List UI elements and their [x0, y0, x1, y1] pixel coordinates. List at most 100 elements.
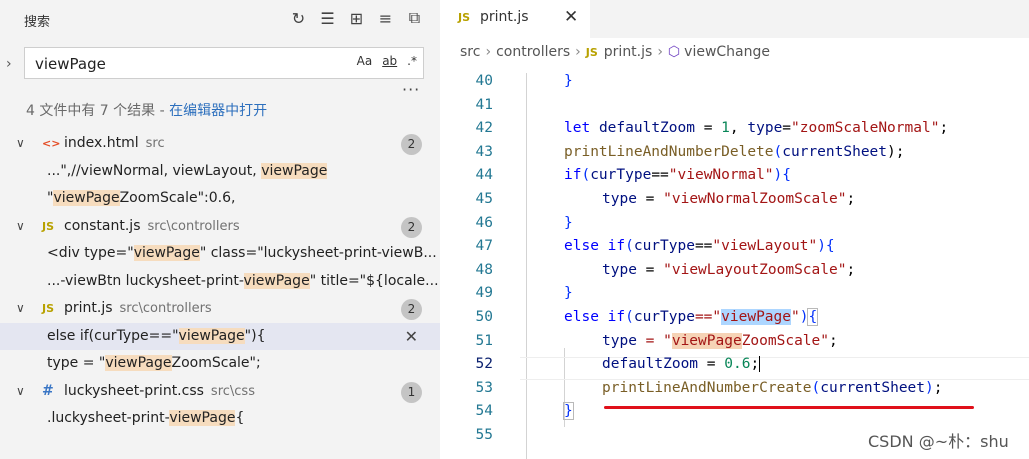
collapse-all-icon[interactable]: ≡ — [374, 6, 397, 30]
token: ){ — [817, 238, 835, 255]
sidebar-header: 搜索 ↻ ☰ ⊞ ≡ ⧉ — [0, 0, 440, 38]
indent-guide — [526, 73, 527, 459]
match-row-selected[interactable]: else if(curType=="viewPage"){✕ — [0, 322, 440, 351]
match-row[interactable]: type = "viewPageZoomScale"; — [0, 350, 440, 378]
line-number: 48 — [475, 261, 493, 278]
more-options-icon[interactable]: ··· — [402, 80, 420, 99]
text-cursor — [759, 356, 761, 373]
code-line: printLineAndNumberCreate(currentSheet); — [602, 380, 942, 396]
line-number: 54 — [475, 403, 493, 420]
breadcrumb-symbol[interactable]: viewChange — [684, 44, 770, 60]
bracket-match: { — [807, 308, 819, 326]
match-row[interactable]: "viewPageZoomScale":0.6, — [0, 185, 440, 213]
token: } — [564, 214, 573, 231]
file-name-text: luckysheet-print.css — [64, 382, 204, 399]
chevron-down-icon[interactable]: ∨ — [16, 378, 25, 406]
sidebar-actions: ↻ ☰ ⊞ ≡ ⧉ — [287, 6, 426, 30]
file-path: src — [145, 136, 165, 151]
token: = " — [636, 332, 672, 349]
line-number: 46 — [475, 214, 493, 231]
result-file-row[interactable]: ∨ <> index.html src 2 — [0, 130, 440, 158]
match-case-toggle[interactable]: Aa — [357, 54, 373, 68]
chevron-down-icon[interactable]: ∨ — [16, 295, 25, 323]
search-box[interactable]: Aa ab .* — [24, 47, 424, 79]
match-row[interactable]: ...-viewBtn luckysheet-print-viewPage" t… — [0, 268, 440, 296]
chevron-right-icon: › — [657, 44, 663, 60]
dismiss-match-icon[interactable]: ✕ — [405, 323, 418, 351]
breadcrumb-file[interactable]: print.js — [604, 44, 653, 60]
token: ) — [925, 379, 934, 396]
clear-results-icon[interactable]: ☰ — [316, 6, 339, 30]
result-file-row[interactable]: ∨ JS constant.js src\controllers 2 — [0, 213, 440, 241]
token: = — [698, 356, 725, 373]
token: type — [747, 120, 783, 137]
chevron-down-icon[interactable]: ∨ — [16, 130, 25, 158]
file-name-text: index.html — [64, 135, 139, 151]
match-prefix: ...-viewBtn luckysheet-print- — [47, 272, 244, 289]
file-name: luckysheet-print.css src\css — [64, 378, 255, 406]
breadcrumb-src[interactable]: src — [460, 44, 480, 60]
token: else if — [564, 238, 626, 255]
token: ; — [846, 261, 856, 278]
match-term: viewPage — [169, 410, 236, 426]
breadcrumb-controllers[interactable]: controllers — [496, 44, 570, 60]
file-name: print.js src\controllers — [64, 295, 212, 323]
token: } — [564, 73, 573, 89]
file-name: index.html src — [64, 130, 165, 158]
expand-all-icon[interactable]: ⧉ — [403, 6, 426, 30]
current-line-highlight — [520, 357, 1029, 380]
token: currentSheet — [820, 379, 926, 396]
file-name-text: constant.js — [64, 217, 141, 234]
tab-print-js[interactable]: JS print.js ✕ — [440, 0, 590, 38]
watermark: CSDN @~朴：shu — [868, 432, 1009, 451]
match-term: viewPage — [261, 162, 328, 179]
code-editor: JS print.js ✕ src › controllers › JS print.js… — [440, 0, 1029, 459]
token: 0.6 — [724, 356, 751, 373]
match-row[interactable]: ...",//viewNormal, viewLayout, viewPage — [0, 158, 440, 186]
file-name-text: print.js — [64, 300, 113, 316]
method-cube-icon: ⬡ — [667, 44, 681, 60]
search-row: › Aa ab .* — [0, 47, 440, 81]
search-input[interactable] — [33, 54, 317, 74]
new-search-editor-icon[interactable]: ⊞ — [345, 6, 368, 30]
js-file-icon: JS — [585, 46, 598, 59]
token: ( — [625, 238, 634, 255]
line-number: 55 — [475, 427, 493, 443]
result-file-row[interactable]: ∨ JS print.js src\controllers 2 — [0, 295, 440, 323]
token: defaultZoom — [598, 120, 695, 137]
close-tab-icon[interactable]: ✕ — [564, 7, 578, 27]
match-prefix: else if(curType==" — [47, 327, 179, 344]
match-row[interactable]: <div type="viewPage" class="luckysheet-p… — [0, 240, 440, 268]
red-annotation-underline — [604, 406, 974, 409]
token: ZoomScale" — [741, 332, 829, 349]
refresh-icon[interactable]: ↻ — [287, 6, 310, 30]
match-prefix: .luckysheet-print- — [47, 410, 170, 426]
token: == — [651, 167, 669, 184]
result-file-row[interactable]: ∨ # luckysheet-print.css src\css 1 — [0, 378, 440, 406]
results-tree: ∨ <> index.html src 2 ...",//viewNormal, … — [0, 130, 440, 433]
code-line: } — [564, 73, 573, 89]
token: curType — [590, 167, 652, 184]
token: == — [694, 238, 713, 255]
match-whole-word-toggle[interactable]: ab — [382, 54, 397, 68]
token: ; — [933, 379, 943, 396]
token: ( — [581, 167, 591, 184]
match-row[interactable]: .luckysheet-print-viewPage{ — [0, 405, 440, 433]
js-file-icon: JS — [42, 219, 55, 233]
token: type — [602, 332, 637, 349]
token: = — [636, 191, 664, 207]
toggle-replace-chevron-icon[interactable]: › — [6, 56, 12, 72]
code-line: else if(curType=="viewPage"){ — [564, 308, 819, 326]
file-path: src\css — [210, 383, 255, 399]
match-term: viewPage — [243, 272, 310, 289]
token: ; — [829, 332, 838, 349]
line-number: 47 — [475, 238, 493, 255]
token: } — [564, 285, 573, 302]
token: ; — [750, 356, 760, 373]
use-regex-toggle[interactable]: .* — [407, 54, 417, 68]
js-file-icon: JS — [458, 11, 471, 24]
chevron-down-icon[interactable]: ∨ — [16, 213, 25, 241]
open-in-editor-link[interactable]: 在编辑器中打开 — [169, 103, 267, 119]
token: ){ — [773, 167, 792, 184]
match-term: viewPage — [105, 355, 172, 371]
